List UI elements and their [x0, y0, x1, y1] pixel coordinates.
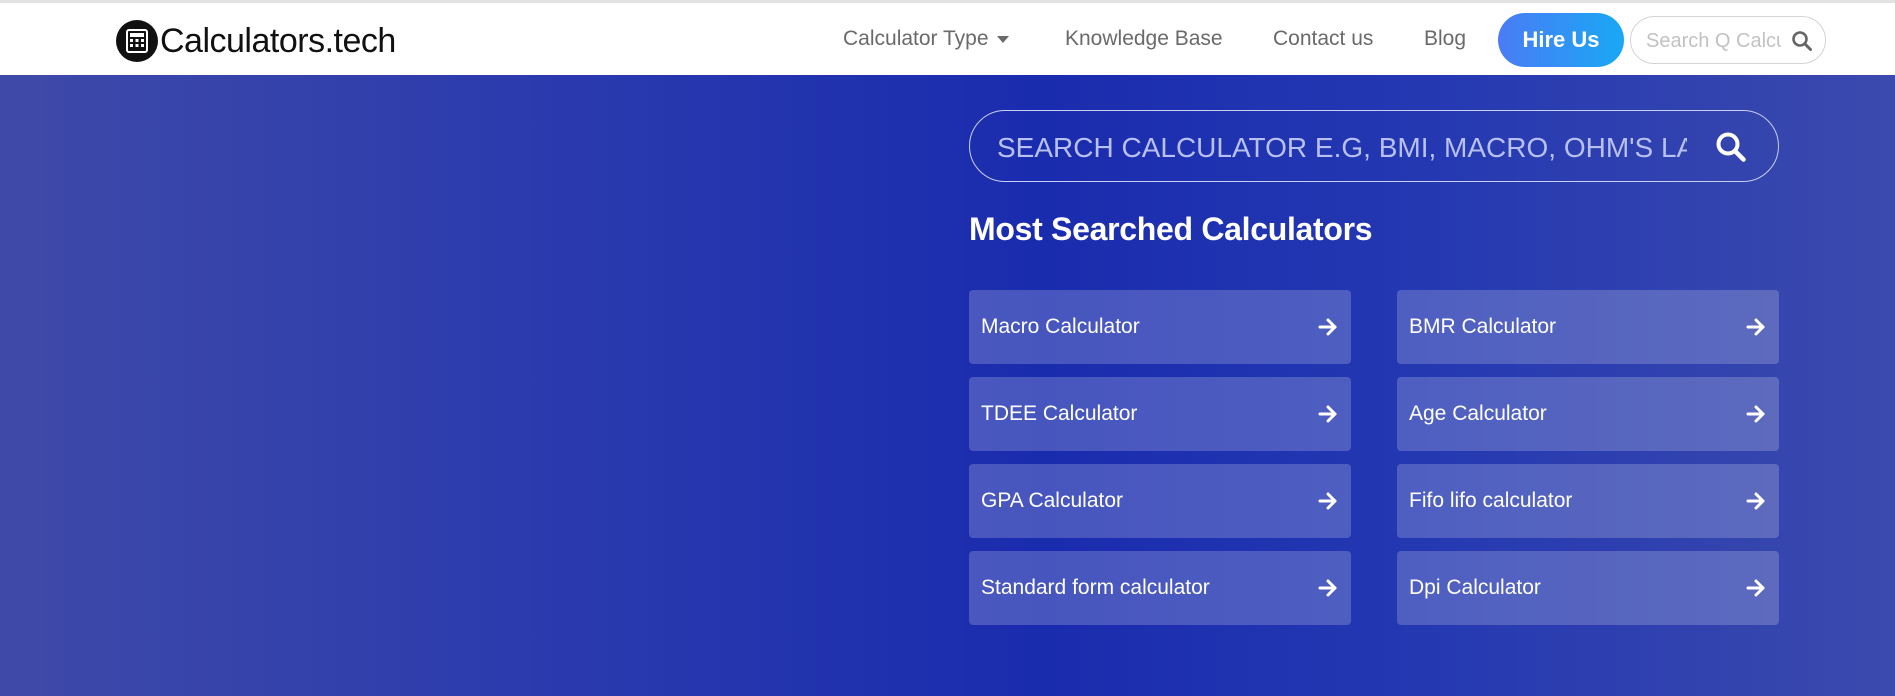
- calc-card-label: TDEE Calculator: [981, 402, 1138, 425]
- header-search: [1630, 16, 1826, 64]
- calc-card-label: GPA Calculator: [981, 489, 1124, 512]
- nav-calculator-type-label: Calculator Type: [843, 27, 989, 50]
- calc-card-age[interactable]: Age Calculator: [1397, 377, 1779, 451]
- calc-card-dpi[interactable]: Dpi Calculator: [1397, 551, 1779, 625]
- brand-logo-link[interactable]: Calculators.tech: [116, 20, 396, 62]
- calc-card-tdee[interactable]: TDEE Calculator: [969, 377, 1351, 451]
- hire-us-button[interactable]: Hire Us: [1498, 13, 1624, 67]
- calc-card-label: Fifo lifo calculator: [1409, 489, 1573, 512]
- calc-card-standard-form[interactable]: Standard form calculator: [969, 551, 1351, 625]
- most-searched-title: Most Searched Calculators: [969, 211, 1373, 247]
- arrow-right-icon: [1745, 577, 1767, 599]
- nav-contact-us[interactable]: Contact us: [1273, 27, 1373, 51]
- calc-card-bmr[interactable]: BMR Calculator: [1397, 290, 1779, 364]
- arrow-right-icon: [1317, 490, 1339, 512]
- calculator-search-input[interactable]: [995, 129, 1689, 167]
- calc-card-label: Dpi Calculator: [1409, 576, 1541, 599]
- search-icon[interactable]: [1791, 30, 1813, 57]
- calc-card-macro[interactable]: Macro Calculator: [969, 290, 1351, 364]
- arrow-right-icon: [1317, 403, 1339, 425]
- arrow-right-icon: [1745, 490, 1767, 512]
- header-search-input[interactable]: [1644, 28, 1783, 54]
- nav-blog[interactable]: Blog: [1424, 27, 1466, 51]
- calc-card-label: BMR Calculator: [1409, 315, 1557, 338]
- arrow-right-icon: [1745, 403, 1767, 425]
- arrow-right-icon: [1317, 316, 1339, 338]
- search-icon[interactable]: [1714, 130, 1748, 169]
- calc-card-fifo-lifo[interactable]: Fifo lifo calculator: [1397, 464, 1779, 538]
- brand-name: Calculators.tech: [160, 21, 396, 60]
- hero-section: Most Searched Calculators Macro Calculat…: [0, 75, 1895, 696]
- calculator-search-box: [969, 110, 1779, 182]
- calc-card-label: Macro Calculator: [981, 315, 1140, 338]
- arrow-right-icon: [1317, 577, 1339, 599]
- arrow-right-icon: [1745, 316, 1767, 338]
- nav-knowledge-base[interactable]: Knowledge Base: [1065, 27, 1223, 51]
- navbar: Calculators.tech Calculator Type Knowled…: [0, 3, 1895, 76]
- calc-card-label: Age Calculator: [1409, 402, 1547, 425]
- calc-card-label: Standard form calculator: [981, 576, 1210, 599]
- nav-calculator-type[interactable]: Calculator Type: [843, 27, 1009, 51]
- caret-down-icon: [996, 35, 1009, 43]
- calc-card-gpa[interactable]: GPA Calculator: [969, 464, 1351, 538]
- calculator-icon: [116, 20, 158, 62]
